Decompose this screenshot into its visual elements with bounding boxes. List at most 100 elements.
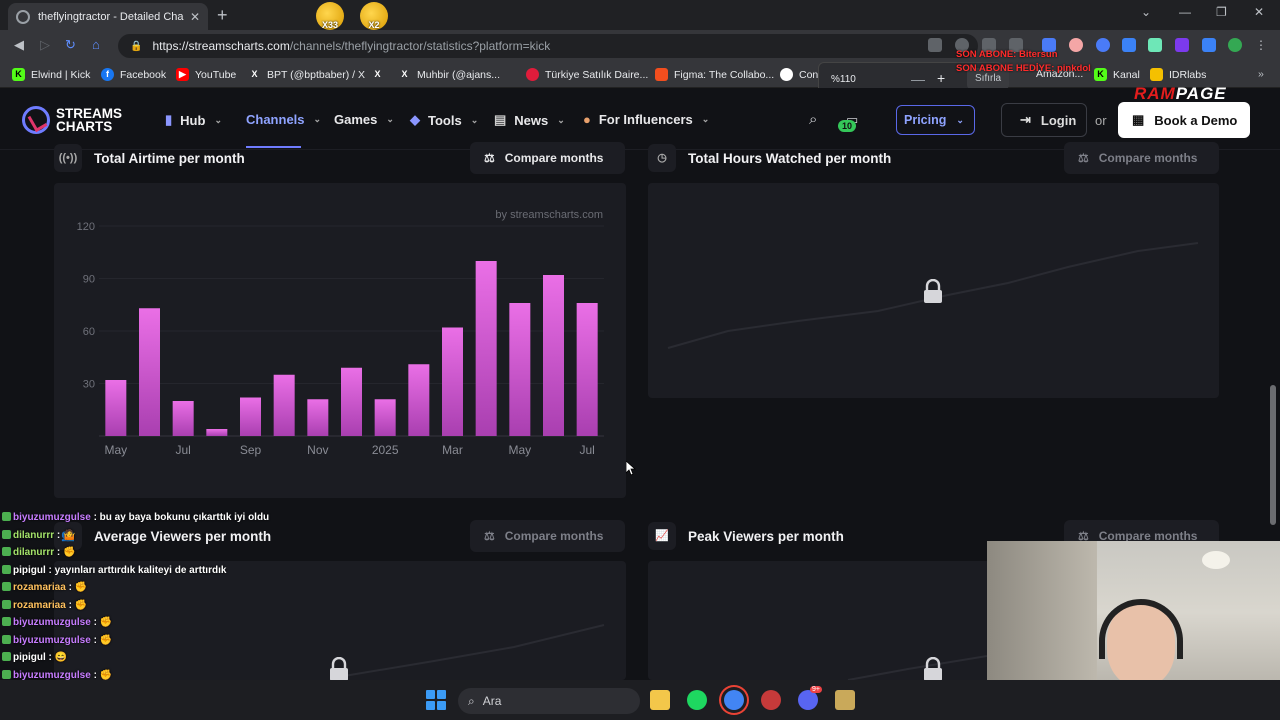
search-icon[interactable]: ⌕	[809, 111, 817, 128]
bookmark-item[interactable]: Türkiye Satılık Daire...	[526, 68, 648, 81]
reload-icon[interactable]: ↻	[65, 37, 76, 53]
chat-text: : ✊	[54, 547, 76, 558]
bar-apr[interactable]	[475, 261, 497, 436]
taskbar-search[interactable]: ⌕ Ara	[458, 688, 640, 714]
bar-feb[interactable]	[408, 364, 430, 436]
bookmark-label: BPT (@bptbaber) / X	[267, 68, 366, 81]
bar-jul[interactable]	[576, 303, 598, 436]
bar-jul[interactable]	[172, 401, 194, 436]
figma-icon	[655, 68, 668, 81]
nav-channels[interactable]: Channels ⌄	[246, 112, 321, 127]
bookmark-item[interactable]: X Muhbir (@ajans...	[398, 68, 500, 81]
login-button[interactable]: ⇥ Login	[1001, 103, 1087, 137]
search-icon: ⌕	[468, 693, 475, 708]
chat-text: : bu ay baya bokunu çıkarttık iyi oldu	[90, 512, 270, 523]
bars-icon: ▮	[165, 112, 173, 127]
x-tick-label: May	[104, 443, 127, 457]
brand-part: PAGE	[1175, 84, 1227, 103]
spotify-icon[interactable]	[687, 690, 707, 710]
menu-icon[interactable]: ⋮	[1255, 38, 1269, 52]
extension-icon[interactable]	[1175, 38, 1189, 52]
scale-icon: ⚖	[484, 529, 495, 543]
bookmark-item[interactable]: IDRlabs	[1150, 68, 1206, 81]
back-icon[interactable]: ◀	[14, 37, 24, 53]
bar-aug[interactable]	[206, 429, 228, 436]
bar-may[interactable]	[105, 380, 127, 436]
extension-icon[interactable]	[1096, 38, 1110, 52]
nav-tools[interactable]: ◆ Tools ⌄	[410, 112, 478, 128]
obs-icon[interactable]	[761, 690, 781, 710]
close-window-icon[interactable]: ✕	[1254, 5, 1264, 19]
new-tab-icon[interactable]: +	[217, 5, 228, 26]
translate-icon[interactable]	[928, 38, 942, 52]
bar-dec[interactable]	[341, 367, 362, 436]
kick-icon: K	[1094, 68, 1107, 81]
sidepanel-icon[interactable]	[1202, 38, 1216, 52]
bar-oct[interactable]	[273, 374, 295, 436]
url-host: https://streamscharts.com	[152, 39, 290, 53]
bar-2025[interactable]	[374, 399, 396, 436]
rampage-overlay-logo: RAMPAGE	[1134, 84, 1227, 104]
nav-for-influencers[interactable]: ● For Influencers ⌄	[583, 112, 709, 127]
section-title: Total Airtime per month	[94, 150, 245, 166]
tab-search-icon[interactable]: ⌄	[1141, 5, 1151, 19]
more-bookmarks-icon[interactable]: »	[1258, 68, 1264, 80]
emote-count: X2	[368, 20, 380, 30]
bookmark-item[interactable]: K Kanal	[1094, 68, 1140, 81]
pricing-button[interactable]: Pricing ⌄	[896, 105, 975, 135]
zoom-out-button[interactable]: —	[911, 71, 925, 87]
bar-jun[interactable]	[543, 275, 564, 436]
bookmark-item[interactable]: X BPT (@bptbaber) / X	[248, 68, 365, 81]
login-icon: ⇥	[1020, 112, 1031, 127]
nav-hub[interactable]: ▮ Hub ⌄	[165, 112, 222, 128]
streamscharts-logo[interactable]: STREAMS CHARTS	[22, 106, 122, 134]
airtime-bar-chart: by streamscharts.com 30 60 90 120 May Jul Sep…	[77, 209, 604, 457]
forward-icon[interactable]: ▷	[40, 37, 50, 53]
nav-games[interactable]: Games ⌄	[334, 112, 394, 127]
bar-nov[interactable]	[307, 399, 329, 436]
chat-message: biyuzumuzgulse : ✊	[2, 617, 112, 628]
bar-may[interactable]	[509, 303, 531, 436]
compare-months-button[interactable]: ⚖ Compare months	[470, 142, 625, 174]
bookmark-item[interactable]: ▶ YouTube	[176, 68, 236, 81]
page-scrollbar[interactable]	[1270, 385, 1276, 525]
minimize-icon[interactable]: —	[1179, 5, 1191, 19]
compare-months-button[interactable]: ⚖ Compare months	[470, 520, 625, 552]
bar-mar[interactable]	[442, 327, 463, 437]
home-icon[interactable]: ⌂	[92, 37, 100, 52]
book-demo-button[interactable]: ▦ Book a Demo	[1118, 102, 1250, 138]
bookmark-item[interactable]: f Facebook	[101, 68, 166, 81]
url-bar[interactable]: 🔒 https://streamscharts.com /channels/th…	[118, 34, 978, 58]
compare-months-button[interactable]: ⚖ Compare months	[1064, 142, 1219, 174]
chrome-icon	[780, 68, 793, 81]
chrome-icon[interactable]	[724, 690, 744, 710]
chevron-down-icon: ⌄	[470, 114, 479, 125]
windows-start-icon[interactable]	[426, 690, 446, 710]
restore-icon[interactable]: ❐	[1216, 5, 1227, 19]
x-tick-label: Nov	[307, 443, 328, 457]
close-tab-icon[interactable]: ✕	[190, 10, 200, 24]
zoom-in-button[interactable]: +	[937, 70, 945, 86]
bookmark-label: Elwind | Kick	[31, 68, 91, 81]
league-client-icon[interactable]	[835, 690, 855, 710]
bookmark-label: YouTube	[195, 68, 237, 81]
bookmark-item[interactable]: K Elwind | Kick	[12, 68, 90, 81]
browser-tab[interactable]: theflyingtractor - Detailed Chan ✕	[8, 3, 208, 30]
discord-icon[interactable]	[798, 690, 818, 710]
puzzle-icon[interactable]	[1122, 38, 1136, 52]
bookmark-item[interactable]: Figma: The Collabo...	[655, 68, 774, 81]
chat-username: biyuzumuzgulse	[13, 512, 91, 523]
extension-icon[interactable]	[1148, 38, 1162, 52]
file-explorer-icon[interactable]	[650, 690, 670, 710]
chat-text: : yayınları arttırdık kaliteyi de arttır…	[45, 564, 227, 576]
bar-sep[interactable]	[240, 397, 261, 437]
profile-avatar[interactable]	[1228, 38, 1242, 52]
chat-text: : ✊	[90, 669, 113, 681]
emote-overlay: X33	[316, 2, 344, 30]
x-tick-label: Jul	[579, 443, 594, 457]
bookmark-item[interactable]: X	[371, 68, 390, 81]
nav-news[interactable]: ▤ News ⌄	[494, 112, 565, 128]
bookmark-item[interactable]: Con	[780, 68, 818, 81]
bar-jun[interactable]	[139, 308, 160, 436]
x-tick-label: Sep	[240, 443, 262, 457]
